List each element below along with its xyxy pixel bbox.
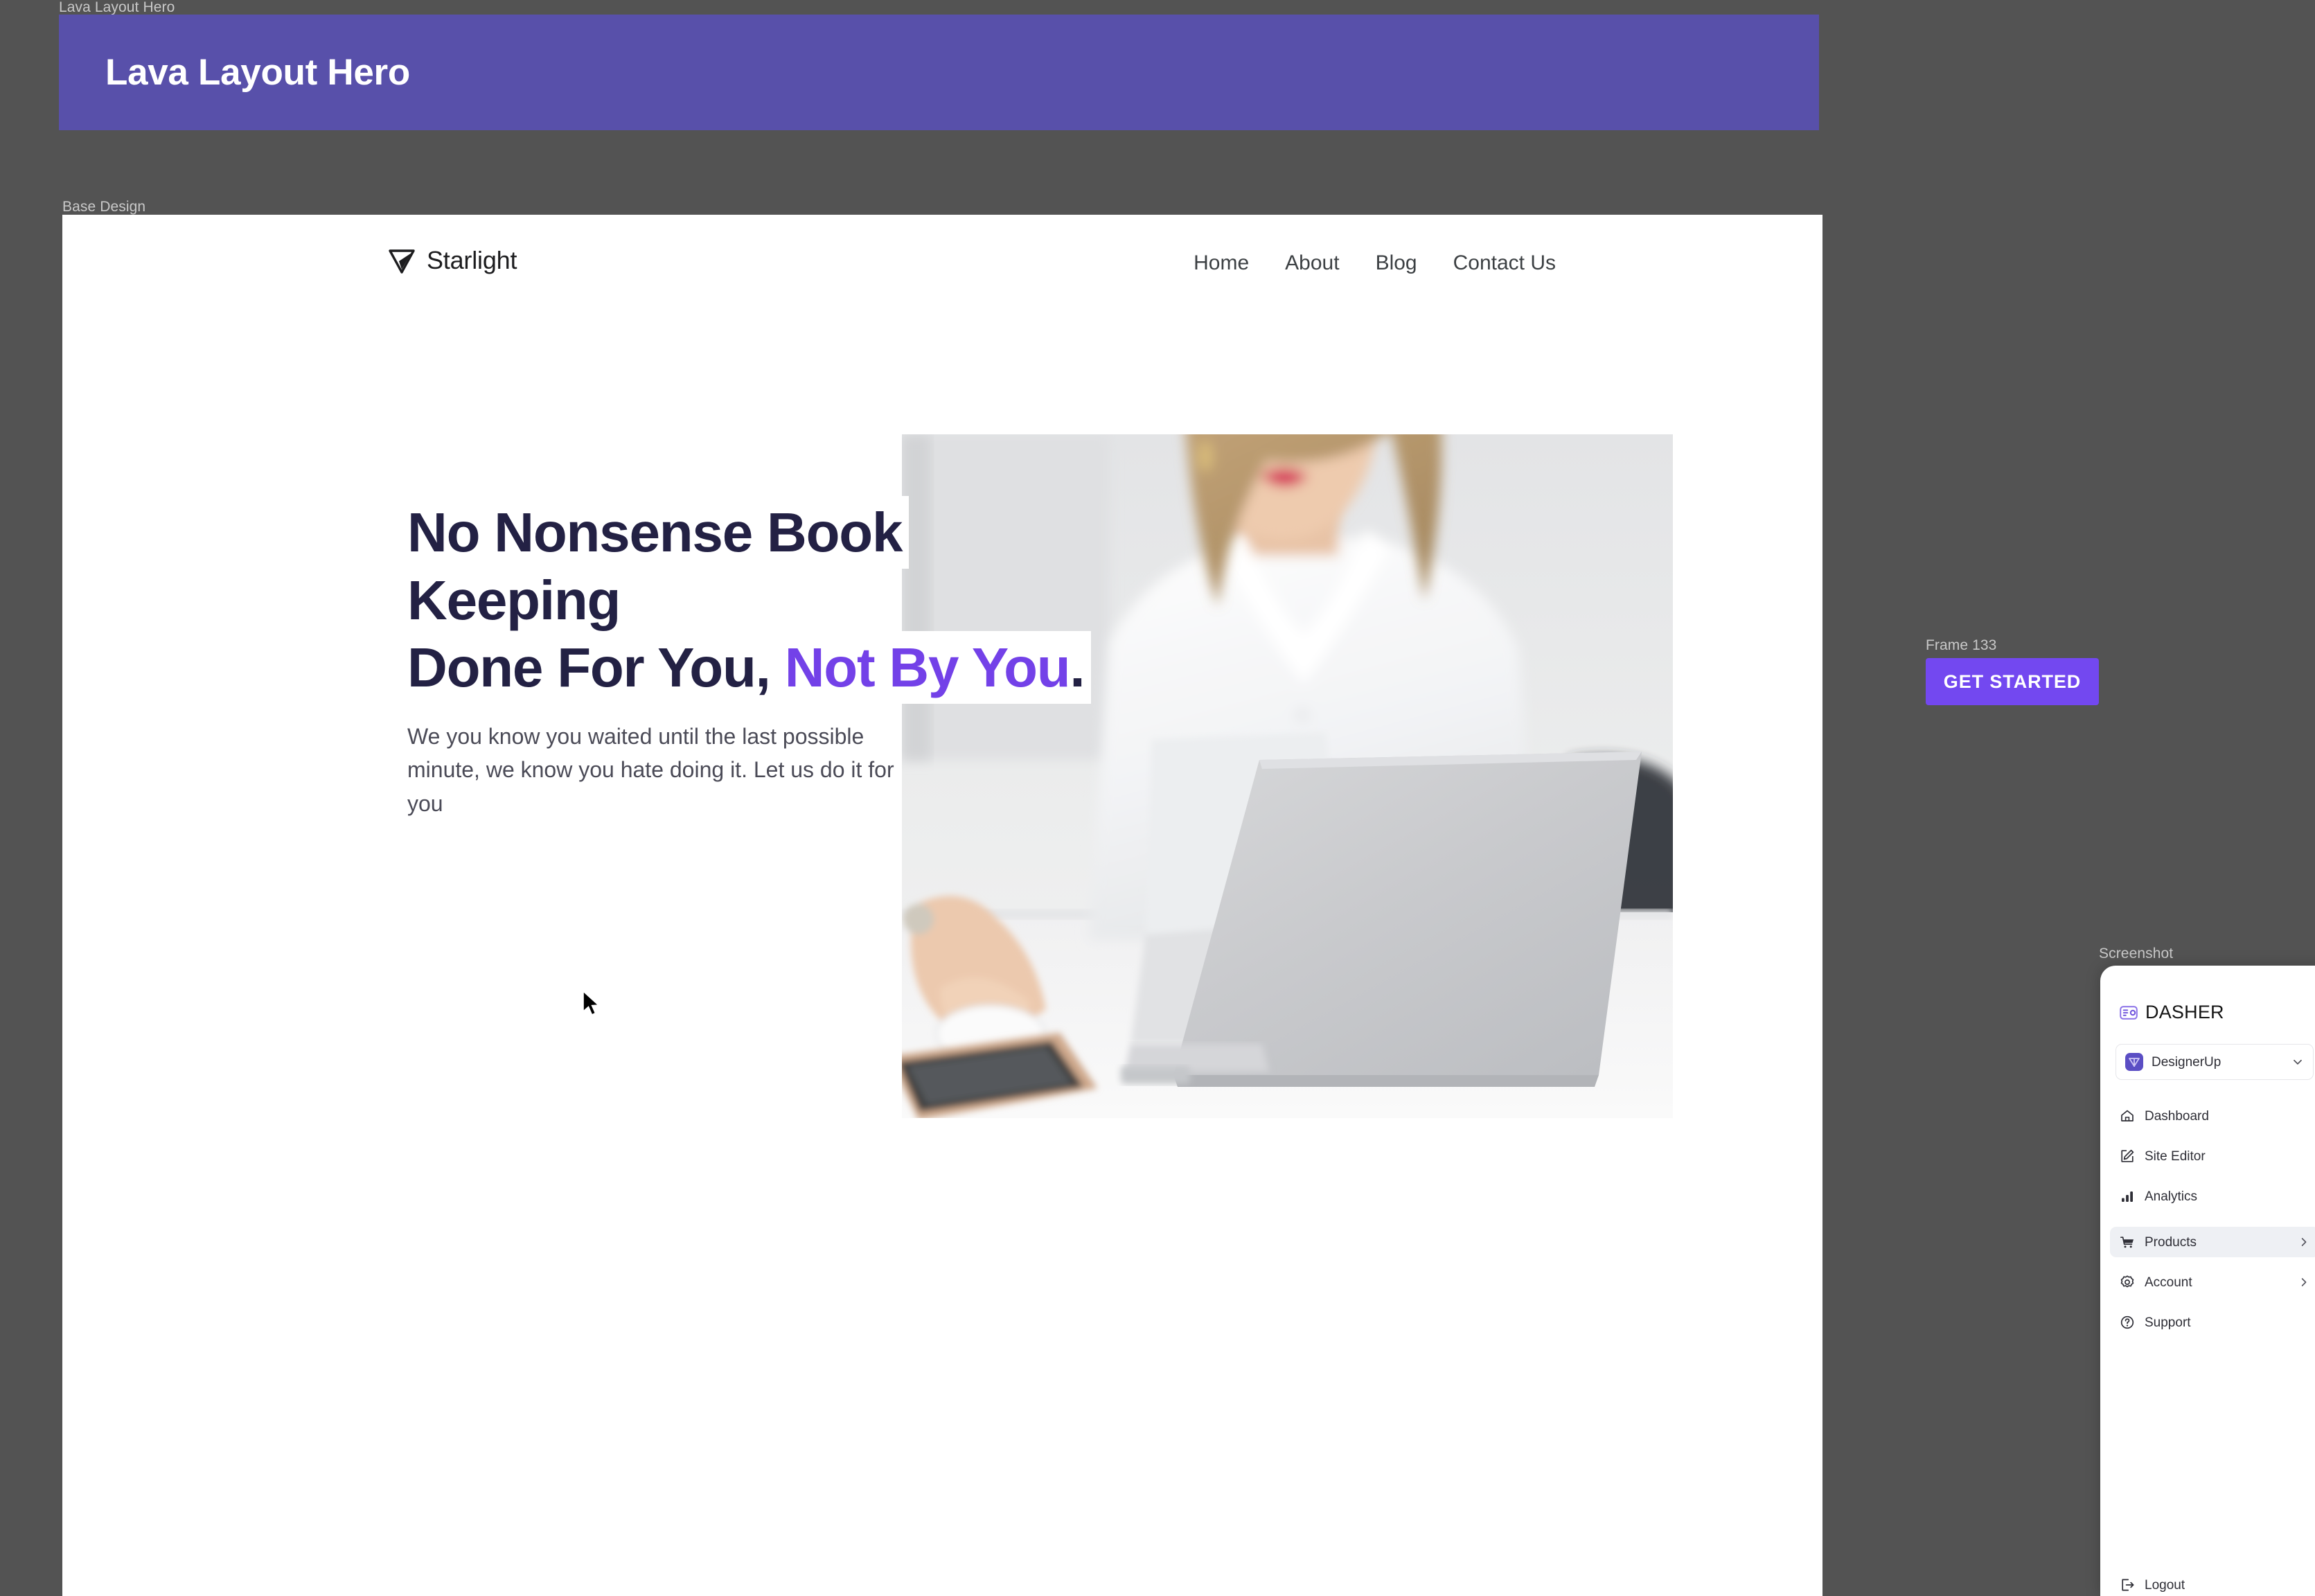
sidebar-item-account-label: Account [2145, 1275, 2192, 1290]
dasher-sidebar-panel: DASHER DesignerUp Dashboard Site Editor … [2100, 966, 2315, 1596]
hero-headline-accent: Not By You [784, 637, 1071, 699]
shopping-cart-icon [2120, 1236, 2134, 1248]
nav-link-blog[interactable]: Blog [1376, 253, 1417, 274]
sidebar-item-dashboard-label: Dashboard [2145, 1108, 2209, 1124]
sidebar-item-products[interactable]: Products [2110, 1227, 2315, 1257]
hero-subheading-line-2: minute, we know you hate doing it. Let u… [407, 753, 900, 821]
hero-headline-line-2: Done For You, Not By You. [407, 631, 1092, 704]
hero-copy: No Nonsense Book Keeping Done For You, No… [407, 496, 1100, 821]
hero-headline-line-2-plain: Done For You, [407, 637, 771, 699]
sidebar-item-dashboard[interactable]: Dashboard [2110, 1101, 2315, 1131]
dasher-card-icon [2120, 1005, 2138, 1020]
sidebar-item-analytics[interactable]: Analytics [2110, 1181, 2315, 1212]
home-icon [2121, 1110, 2134, 1121]
hero-banner-frame[interactable]: Lava Layout Hero [59, 15, 1819, 130]
hero-banner-title: Lava Layout Hero [105, 52, 410, 93]
site-navbar: Starlight Home About Blog Contact Us [62, 215, 1822, 326]
workspace-name: DesignerUp [2152, 1054, 2221, 1070]
mouse-cursor-icon [583, 991, 600, 1016]
dasher-nav: Dashboard Site Editor Analytics Products… [2100, 1101, 2315, 1338]
designerup-avatar-icon [2125, 1053, 2143, 1071]
sidebar-item-site-editor[interactable]: Site Editor [2110, 1141, 2315, 1171]
nav-link-contact-us[interactable]: Contact Us [1453, 253, 1556, 274]
nav-link-about[interactable]: About [1285, 253, 1339, 274]
sidebar-item-logout[interactable]: Logout [2110, 1570, 2315, 1596]
nav-link-home[interactable]: Home [1194, 253, 1249, 274]
frame-label-lava-layout-hero[interactable]: Lava Layout Hero [59, 0, 175, 15]
sidebar-item-products-label: Products [2145, 1234, 2197, 1250]
edit-square-icon [2121, 1149, 2134, 1162]
chevron-right-icon[interactable] [2298, 1277, 2309, 1288]
sidebar-item-account[interactable]: Account [2110, 1267, 2315, 1297]
chevron-right-icon[interactable] [2298, 1236, 2309, 1248]
hero-subheading-line-1: We you know you waited until the last po… [407, 719, 870, 753]
nav-links: Home About Blog Contact Us [1194, 253, 1556, 274]
dasher-header[interactable]: DASHER [2100, 966, 2315, 1022]
sidebar-item-support-label: Support [2145, 1315, 2191, 1330]
sidebar-item-support[interactable]: Support [2110, 1307, 2315, 1338]
sidebar-item-logout-label: Logout [2145, 1577, 2185, 1593]
sidebar-item-analytics-label: Analytics [2145, 1189, 2198, 1204]
base-design-frame[interactable]: Starlight Home About Blog Contact Us No … [62, 215, 1822, 1596]
sidebar-group-divider [2100, 1212, 2315, 1227]
brand-logo[interactable]: Starlight [388, 247, 517, 274]
sidebar-item-site-editor-label: Site Editor [2145, 1149, 2206, 1164]
dasher-footer: Logout [2100, 1570, 2315, 1596]
dasher-wordmark: DASHER [2145, 1002, 2224, 1022]
hero-headline: No Nonsense Book Keeping Done For You, No… [407, 496, 1100, 704]
frame-label-screenshot[interactable]: Screenshot [2099, 946, 2173, 961]
question-circle-icon [2120, 1315, 2134, 1329]
hero-headline-line-1: No Nonsense Book Keeping [407, 496, 910, 637]
frame-label-base-design[interactable]: Base Design [62, 200, 145, 214]
hero-subheading: We you know you waited until the last po… [407, 719, 934, 821]
hero-headline-period: . [1070, 637, 1085, 699]
logout-icon [2122, 1579, 2134, 1591]
starlight-triangle-icon [389, 249, 415, 274]
brand-name: Starlight [427, 246, 517, 274]
gear-icon [2120, 1275, 2134, 1288]
bar-chart-icon [2122, 1191, 2133, 1202]
frame-label-frame-133[interactable]: Frame 133 [1926, 638, 1996, 653]
workspace-selector[interactable]: DesignerUp [2116, 1044, 2314, 1080]
get-started-button[interactable]: GET STARTED [1926, 658, 2099, 705]
chevron-down-icon[interactable] [2291, 1056, 2304, 1068]
